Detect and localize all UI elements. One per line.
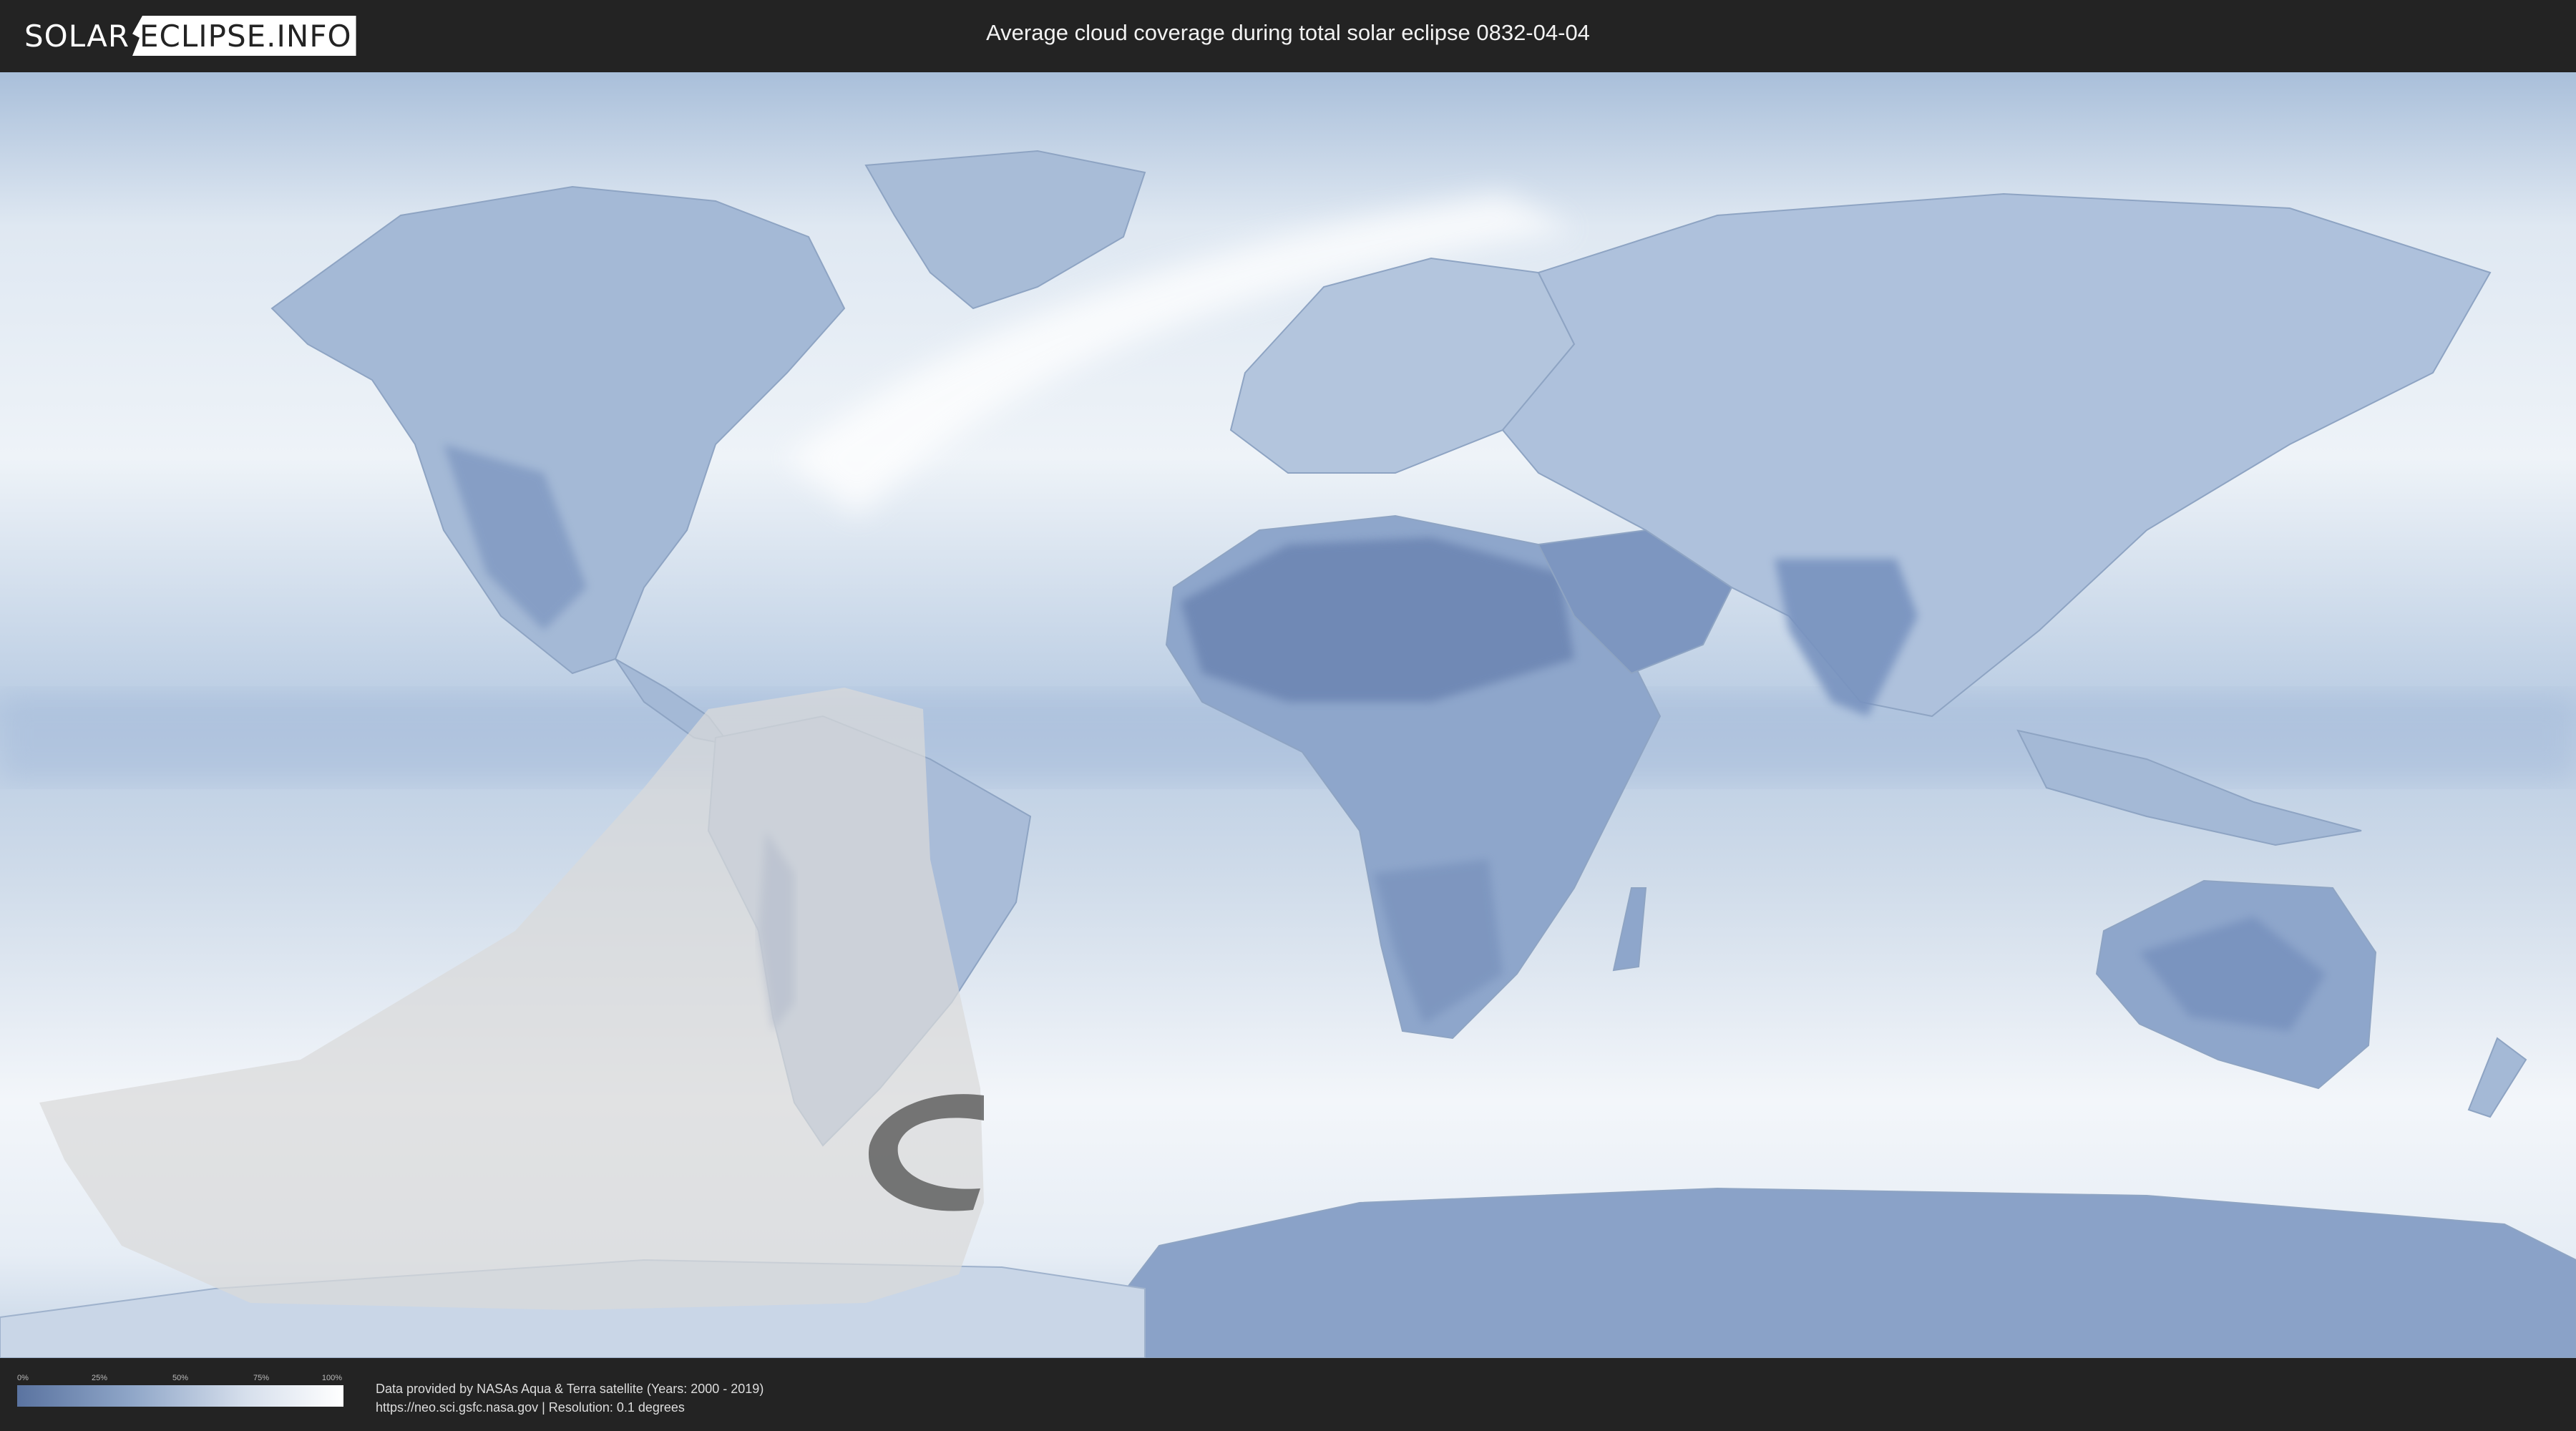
legend-ticks: 0% 25% 50% 75% 100% [17, 1374, 343, 1385]
legend-tick-50: 50% [172, 1374, 189, 1382]
page-title: Average cloud coverage during total sola… [986, 20, 1590, 45]
world-map-svg [0, 72, 2576, 1358]
legend-tick-0: 0% [17, 1374, 29, 1382]
legend-tick-25: 25% [91, 1374, 108, 1382]
legend-tick-100: 100% [321, 1374, 343, 1382]
data-credit: Data provided by NASAs Aqua & Terra sate… [376, 1379, 763, 1417]
footer-bar: 0% 25% 50% 75% 100% Data provided by NAS… [0, 1358, 2576, 1431]
cloud-coverage-map[interactable] [0, 72, 2576, 1358]
legend-gradient-bar [17, 1385, 343, 1407]
header-bar: SOLAR ECLIPSE.INFO Average cloud coverag… [0, 0, 2576, 72]
credit-line-source: Data provided by NASAs Aqua & Terra sate… [376, 1382, 764, 1396]
legend-tick-75: 75% [253, 1374, 270, 1382]
cloud-coverage-legend: 0% 25% 50% 75% 100% [17, 1374, 343, 1407]
credit-line-url[interactable]: https://neo.sci.gsfc.nasa.gov | Resoluti… [376, 1398, 763, 1417]
